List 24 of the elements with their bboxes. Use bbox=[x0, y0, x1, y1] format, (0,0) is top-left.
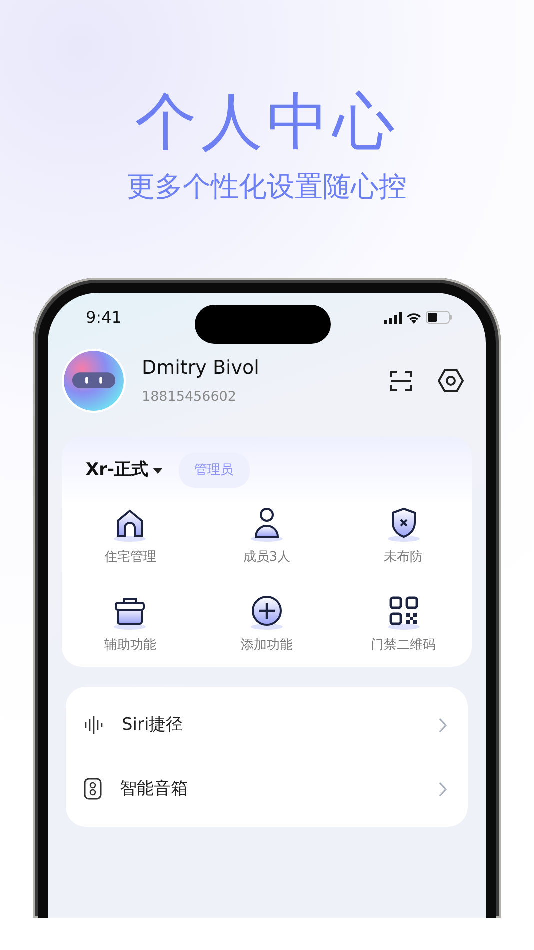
shortcut-label[interactable]: 添加功能 bbox=[240, 636, 293, 656]
robot-avatar[interactable] bbox=[62, 348, 126, 413]
menu-item[interactable]: Siri捷径 bbox=[122, 712, 439, 738]
status-time: 9:41 bbox=[86, 306, 122, 329]
home-selector[interactable]: Xr-正式 bbox=[86, 458, 149, 484]
sound-wave-icon bbox=[84, 716, 104, 734]
wifi-icon bbox=[406, 312, 422, 324]
user-name: Dmitry Bivol bbox=[142, 356, 260, 382]
headline: 个人中心 bbox=[134, 84, 400, 156]
shortcut-label[interactable]: 门禁二维码 bbox=[371, 636, 436, 656]
battery-icon bbox=[426, 311, 452, 324]
subtitle: 更多个性化设置随心控 bbox=[126, 170, 408, 204]
menu-item[interactable]: 智能音箱 bbox=[120, 776, 439, 802]
shortcut-label[interactable]: 辅助功能 bbox=[104, 636, 156, 656]
signal-icon bbox=[384, 312, 402, 324]
scan-icon[interactable] bbox=[390, 370, 412, 392]
settings-icon[interactable] bbox=[438, 368, 464, 393]
shortcut-label[interactable]: 未布防 bbox=[384, 548, 424, 568]
phone-number: 18815456602 bbox=[142, 388, 238, 407]
role-tag: 管理员 bbox=[178, 452, 250, 488]
shortcut-label[interactable]: 成员3人 bbox=[243, 548, 291, 568]
speaker-icon bbox=[84, 778, 102, 800]
caret-icon bbox=[152, 468, 163, 474]
shortcut-label[interactable]: 住宅管理 bbox=[104, 548, 156, 568]
